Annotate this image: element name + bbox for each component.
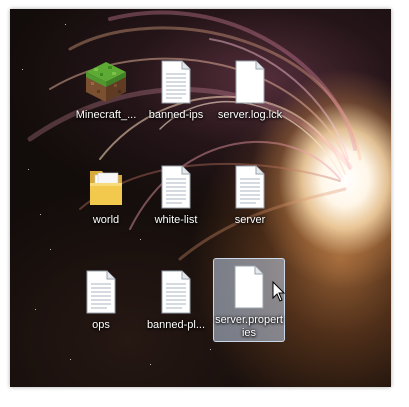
mouse-pointer-icon: [272, 281, 286, 302]
icon-label: server.properties: [215, 314, 283, 339]
desktop-icon-ops[interactable]: ops: [65, 264, 137, 332]
blank-file-icon: [226, 58, 274, 106]
text-file-icon: [152, 58, 200, 106]
text-file-icon: [152, 268, 200, 316]
minecraft-block-icon: [82, 58, 130, 106]
desktop-icon-banned-ips[interactable]: banned-ips: [140, 54, 212, 122]
icon-label: server: [234, 214, 266, 226]
desktop-icon-white-list[interactable]: white-list: [140, 159, 212, 227]
icon-label: server.log.lck: [217, 109, 283, 121]
text-file-icon: [77, 268, 125, 316]
icon-label: banned-ips: [148, 109, 204, 121]
desktop-icon-world[interactable]: world: [70, 159, 142, 227]
desktop-icon-minecraft[interactable]: Minecraft_...: [70, 54, 142, 122]
desktop-icon-server-log-lck[interactable]: server.log.lck: [214, 54, 286, 122]
text-file-icon: [226, 163, 274, 211]
icon-label: Minecraft_...: [75, 109, 137, 121]
icon-label: white-list: [154, 214, 198, 226]
desktop-icon-server[interactable]: server: [214, 159, 286, 227]
icon-label: ops: [92, 319, 110, 331]
icon-label: banned-pl...: [146, 319, 206, 331]
icon-label: world: [92, 214, 120, 226]
blank-file-icon: [225, 263, 273, 311]
desktop[interactable]: Minecraft_... banned-ips server.log.lck …: [10, 9, 391, 387]
text-file-icon: [152, 163, 200, 211]
folder-icon: [82, 163, 130, 211]
desktop-icon-banned-players[interactable]: banned-pl...: [140, 264, 212, 332]
